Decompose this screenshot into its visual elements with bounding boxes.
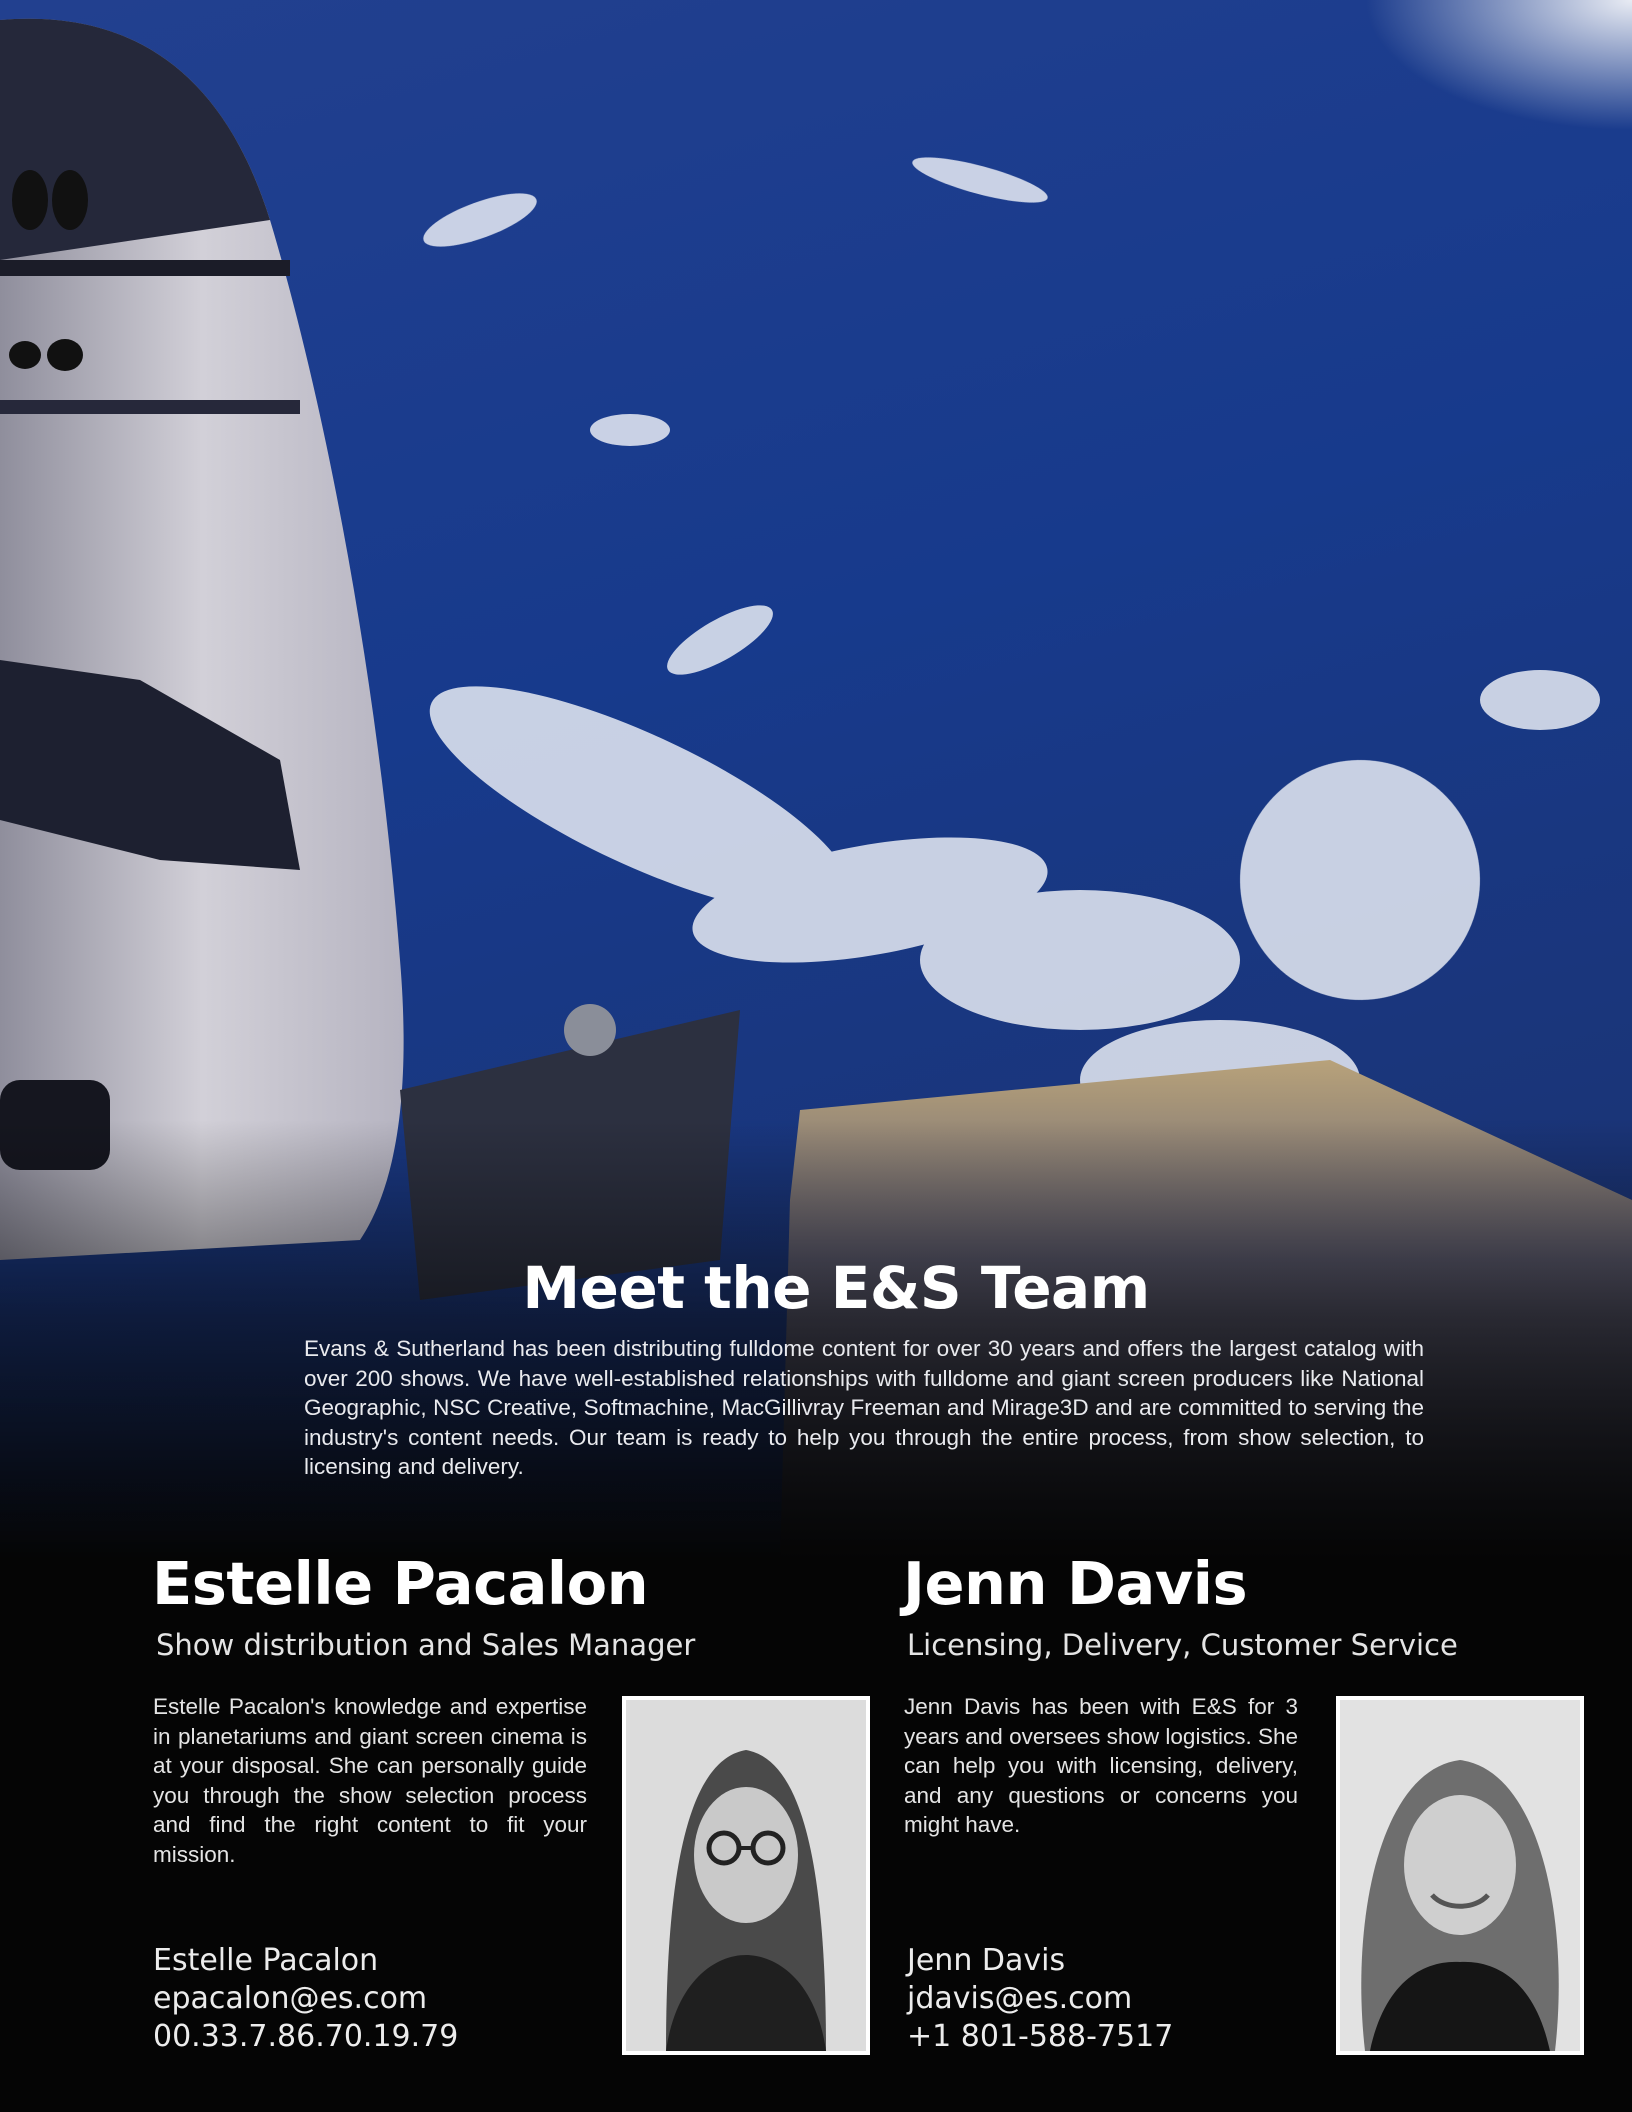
contact-email-link[interactable]: jdavis@es.com xyxy=(907,1980,1173,2018)
portrait-image xyxy=(1340,1700,1580,2051)
contact-phone[interactable]: +1 801-588-7517 xyxy=(907,2018,1173,2056)
member-portrait xyxy=(1336,1696,1584,2055)
contact-name: Estelle Pacalon xyxy=(153,1943,379,1978)
member-name: Estelle Pacalon xyxy=(152,1549,649,1618)
portrait-image xyxy=(626,1700,866,2051)
member-bio: Estelle Pacalon's knowledge and expertis… xyxy=(153,1694,587,1867)
member-name: Jenn Davis xyxy=(903,1549,1248,1618)
flyer-page: Meet the E&S Team Evans & Sutherland has… xyxy=(0,0,1632,2112)
contact-phone[interactable]: 00.33.7.86.70.19.79 xyxy=(153,2018,458,2056)
intro-paragraph: Evans & Sutherland has been distributing… xyxy=(304,1336,1424,1479)
member-contact: Estelle Pacalon epacalon@es.com 00.33.7.… xyxy=(153,1942,458,2056)
page-title: Meet the E&S Team xyxy=(522,1254,1150,1322)
member-contact: Jenn Davis jdavis@es.com +1 801-588-7517 xyxy=(907,1942,1173,2056)
member-bio: Jenn Davis has been with E&S for 3 years… xyxy=(904,1694,1298,1837)
contact-name: Jenn Davis xyxy=(907,1943,1066,1978)
contact-email-link[interactable]: epacalon@es.com xyxy=(153,1980,458,2018)
member-portrait xyxy=(622,1696,870,2055)
member-role: Licensing, Delivery, Customer Service xyxy=(907,1628,1458,1662)
member-role: Show distribution and Sales Manager xyxy=(156,1628,696,1662)
